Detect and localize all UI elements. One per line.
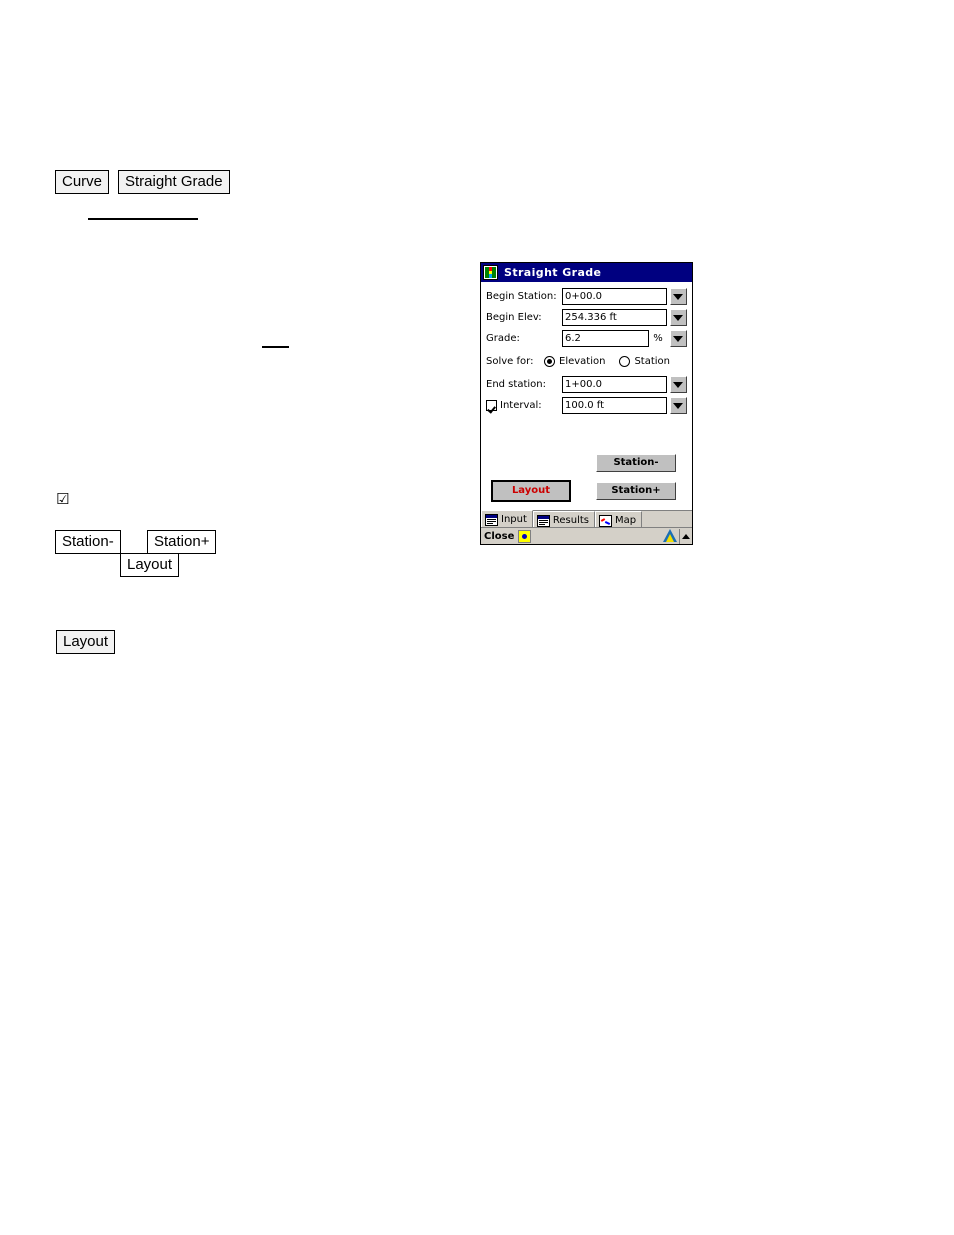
tab-map-label: Map [615,515,637,526]
interval-label: Interval: [500,400,542,411]
solve-for-row: Solve for: Elevation Station [486,351,687,371]
doc-rule-middle [262,346,289,348]
radio-elevation[interactable] [544,355,555,367]
grade-dropdown-icon[interactable] [670,330,687,347]
begin-elev-dropdown-icon[interactable] [670,309,687,326]
grade-label: Grade: [486,333,520,344]
doc-rule-top [88,218,198,220]
interval-checkbox[interactable] [486,400,497,411]
tab-results-label: Results [552,515,590,526]
dialog-title: Straight Grade [504,266,602,279]
grade-unit-label: % [653,333,663,344]
doc-checkbox-glyph: ☑ [56,490,70,508]
map-icon [599,514,613,527]
tripod-icon[interactable] [663,529,677,543]
doc-box-station-plus: Station+ [147,530,217,554]
interval-input[interactable]: 100.0 ft [562,397,667,414]
grade-input[interactable]: 6.2 [562,330,649,347]
begin-elev-label: Begin Elev: [486,312,542,323]
field-row-end-station: End station: 1+00.0 [486,375,687,394]
doc-box-station-minus: Station- [55,530,121,554]
field-row-interval: Interval: 100.0 ft [486,396,687,415]
dialog-client-area: Begin Station: 0+00.0 Begin Elev: 254.33… [481,282,692,517]
field-row-begin-station: Begin Station: 0+00.0 [486,287,687,306]
end-station-label: End station: [486,379,546,390]
field-row-grade: Grade: 6.2 % [486,329,687,348]
end-station-dropdown-icon[interactable] [670,376,687,393]
doc-box-layout-inline: Layout [120,553,180,577]
doc-box-straight-grade: Straight Grade [118,170,230,194]
straight-grade-dialog: Straight Grade Begin Station: 0+00.0 Beg… [480,262,693,545]
radio-station-label: Station [634,355,671,367]
radio-elevation-label: Elevation [559,355,606,367]
scroll-up-icon[interactable] [679,528,690,544]
begin-station-dropdown-icon[interactable] [670,288,687,305]
status-bar: Close [481,527,692,544]
close-star-icon[interactable] [518,529,532,543]
doc-box-curve: Curve [55,170,110,194]
interval-dropdown-icon[interactable] [670,397,687,414]
begin-station-label: Begin Station: [486,291,557,302]
title-bar: Straight Grade [481,263,692,282]
layout-button[interactable]: Layout [491,480,571,502]
input-form-icon [485,513,498,526]
results-list-icon [536,514,550,527]
begin-station-input[interactable]: 0+00.0 [562,288,667,305]
doc-box-layout: Layout [56,630,116,654]
end-station-input[interactable]: 1+00.0 [562,376,667,393]
station-plus-button[interactable]: Station+ [596,482,676,500]
radio-station[interactable] [619,355,631,367]
survey-program-icon [483,265,498,280]
station-minus-button[interactable]: Station- [596,454,676,472]
close-button-label[interactable]: Close [484,531,514,542]
tab-input-label: Input [501,514,527,525]
begin-elev-input[interactable]: 254.336 ft [562,309,667,326]
field-row-begin-elev: Begin Elev: 254.336 ft [486,308,687,327]
solve-for-label: Solve for: [486,355,534,367]
